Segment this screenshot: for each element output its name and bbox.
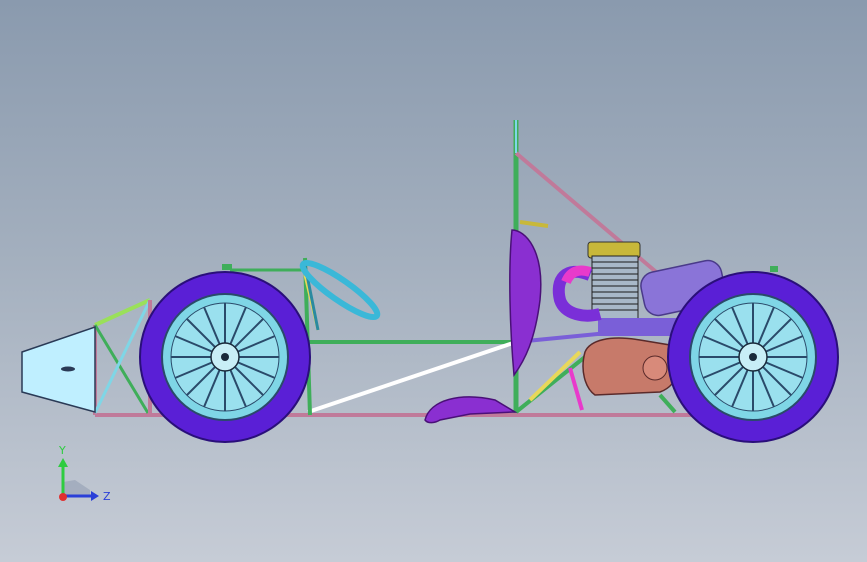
coordinate-triad: Y Z bbox=[58, 444, 111, 503]
floor-pan bbox=[424, 396, 518, 424]
x-axis-dot bbox=[59, 493, 67, 501]
front-wheel bbox=[139, 271, 311, 443]
seat bbox=[509, 220, 549, 378]
z-axis-arrow bbox=[91, 491, 99, 501]
rear-wheel bbox=[667, 271, 839, 443]
go-kart-frame-model[interactable] bbox=[0, 0, 867, 562]
z-axis-label: Z bbox=[103, 490, 111, 503]
nose-cone bbox=[21, 325, 96, 413]
y-axis-arrow bbox=[58, 458, 68, 467]
y-axis-label: Y bbox=[58, 444, 66, 457]
cad-viewport[interactable]: Y Z bbox=[0, 0, 867, 562]
triad-plane bbox=[63, 480, 90, 496]
steering-wheel bbox=[299, 259, 381, 331]
